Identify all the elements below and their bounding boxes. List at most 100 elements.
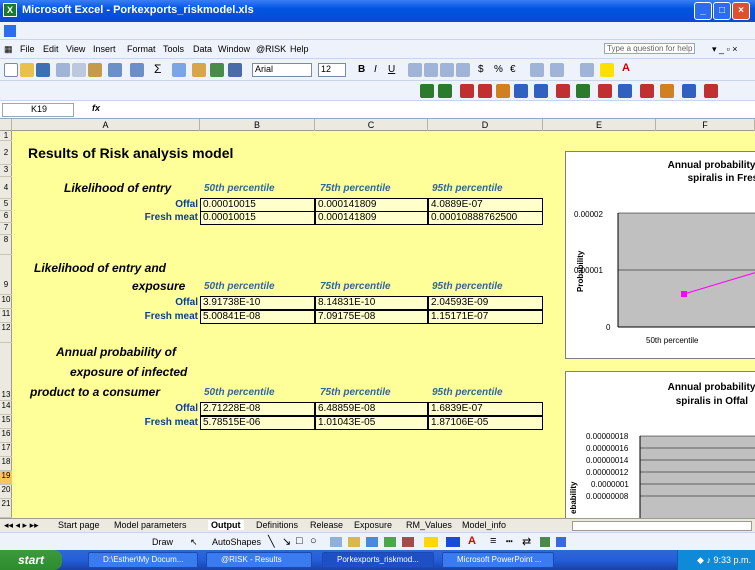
autoshapes-menu[interactable]: AutoShapes [212,537,261,547]
wordart-icon[interactable] [348,537,360,547]
data-cell[interactable]: 1.6839E-07 [428,402,543,416]
task-excel[interactable]: Porkexports_riskmod... [322,552,434,568]
save-icon[interactable] [36,63,50,77]
data-cell[interactable]: 0.000141809 [315,198,428,212]
tab-definitions[interactable]: Definitions [256,520,298,530]
cut-icon[interactable] [56,63,70,77]
currency-icon[interactable]: $ [478,64,484,75]
risk-results-icon[interactable] [556,84,570,98]
row-header[interactable]: 3 [0,165,12,177]
menu-help[interactable]: Help [290,44,309,54]
menu-window[interactable]: Window [218,44,250,54]
line-style-icon[interactable]: ≡ [490,535,496,547]
data-cell[interactable]: 5.00841E-08 [200,310,315,324]
risk-graph-icon[interactable] [460,84,474,98]
risk-window-icon[interactable] [496,84,510,98]
row-header[interactable]: 10 [0,295,12,309]
euro-icon[interactable]: € [510,64,516,75]
row-header[interactable]: 17 [0,443,12,457]
3d-icon[interactable] [556,537,566,547]
column-header-b[interactable]: B [200,119,315,131]
dash-style-icon[interactable]: ┅ [506,535,513,548]
column-header-d[interactable]: D [428,119,543,131]
start-button[interactable]: start [0,550,62,570]
align-left-icon[interactable] [408,63,422,77]
row-header[interactable]: 2 [0,141,12,165]
row-header[interactable]: 18 [0,457,12,471]
pointer-icon[interactable]: ↖ [190,537,198,548]
open-icon[interactable] [20,63,34,77]
data-cell[interactable]: 7.09175E-08 [315,310,428,324]
decrease-decimal-icon[interactable] [550,63,564,77]
menu-view[interactable]: View [66,44,85,54]
maximize-button[interactable]: □ [713,2,731,20]
menu-insert[interactable]: Insert [93,44,116,54]
paste-icon[interactable] [88,63,102,77]
risk-help-icon[interactable] [704,84,718,98]
tab-output[interactable]: Output [208,520,244,530]
oval-icon[interactable]: ○ [310,535,317,547]
data-cell[interactable]: 8.14831E-10 [315,296,428,310]
window-controls[interactable]: ▾ _ ▫ × [712,44,737,55]
row-header[interactable]: 7 [0,223,12,235]
data-cell[interactable]: 0.00010015 [200,211,315,225]
italic-button[interactable]: I [374,64,377,75]
row-header[interactable]: 8 [0,235,12,255]
row-header[interactable]: 12 [0,323,12,343]
sort-ascending-icon[interactable] [172,63,186,77]
font-size-select[interactable]: 12 [318,63,346,77]
menu-format[interactable]: Format [127,44,156,54]
task-powerpoint[interactable]: Microsoft PowerPoint ... [442,552,554,568]
row-header[interactable]: 5 [0,199,12,211]
risk-report-icon[interactable] [478,84,492,98]
menu-edit[interactable]: Edit [43,44,59,54]
increase-decimal-icon[interactable] [530,63,544,77]
data-cell[interactable]: 5.78515E-06 [200,416,315,430]
row-header[interactable]: 21 [0,499,12,518]
row-header[interactable]: 9 [0,255,12,295]
chart-fresh-meat[interactable]: Annual probability of e spiralis in Fres… [565,151,755,359]
zoom-icon[interactable] [228,63,242,77]
fill-color-icon[interactable] [600,63,614,77]
row-header[interactable]: 11 [0,309,12,323]
diagram-icon[interactable] [366,537,378,547]
arrow-style-icon[interactable]: ⇄ [522,535,531,548]
data-cell[interactable]: 1.15171E-07 [428,310,543,324]
data-cell[interactable]: 0.00010888762500 [428,211,543,225]
risk-tornado-icon[interactable] [598,84,612,98]
tab-exposure[interactable]: Exposure [354,520,392,530]
row-header[interactable]: 4 [0,177,12,199]
tab-start-page[interactable]: Start page [58,520,100,530]
menu-icon[interactable]: ▦ [4,44,13,55]
data-cell[interactable]: 0.000141809 [315,211,428,225]
data-cell[interactable]: 2.71228E-08 [200,402,315,416]
workbook-icon[interactable] [4,25,16,37]
copy-icon[interactable] [72,63,86,77]
picture-icon[interactable] [402,537,414,547]
tray-icons[interactable]: ◆ ♪ [697,555,713,565]
risk-scatter-icon[interactable] [618,84,632,98]
task-risk-results[interactable]: @RISK - Results [206,552,312,568]
data-cell[interactable]: 1.87106E-05 [428,416,543,430]
data-cell[interactable]: 1.01043E-05 [315,416,428,430]
tab-release[interactable]: Release [310,520,343,530]
tab-nav-buttons[interactable]: ◂◂ ◂ ▸ ▸▸ [4,520,39,531]
minimize-button[interactable]: _ [694,2,712,20]
autosum-icon[interactable]: Σ [154,62,168,76]
horizontal-scrollbar[interactable] [572,521,752,531]
column-header-e[interactable]: E [543,119,656,131]
fx-icon[interactable]: fx [92,103,100,113]
line-color-icon[interactable] [446,537,460,547]
risk-output-icon[interactable] [438,84,452,98]
risk-fit-icon[interactable] [660,84,674,98]
chart-wizard-icon[interactable] [192,63,206,77]
tab-rm-values[interactable]: RM_Values [406,520,452,530]
percent-icon[interactable]: % [494,64,503,75]
select-all[interactable] [0,119,12,131]
font-color-icon[interactable]: A [622,62,630,74]
data-cell[interactable]: 2.04593E-09 [428,296,543,310]
name-box[interactable]: K19 [2,103,74,117]
row-header[interactable]: 20 [0,485,12,499]
row-header[interactable]: 13 [0,343,12,401]
chart-offal[interactable]: Annual probability of e spiralis in Offa… [565,371,755,518]
